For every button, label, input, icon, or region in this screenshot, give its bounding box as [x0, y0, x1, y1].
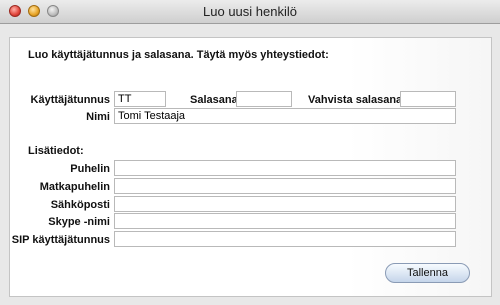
name-field[interactable] — [114, 108, 456, 124]
window: Luo uusi henkilö Luo käyttäjätunnus ja s… — [0, 0, 500, 305]
confirm-password-label: Vahvista salasana — [308, 94, 403, 106]
title-bar[interactable]: Luo uusi henkilö — [0, 0, 500, 24]
password-field[interactable] — [236, 91, 292, 107]
sip-label: SIP käyttäjätunnus — [11, 234, 110, 246]
sip-field[interactable] — [114, 231, 456, 247]
mobile-label: Matkapuhelin — [39, 181, 110, 193]
skype-label: Skype -nimi — [48, 216, 110, 228]
save-button[interactable]: Tallenna — [385, 263, 470, 283]
window-title: Luo uusi henkilö — [203, 4, 297, 19]
email-label: Sähköposti — [50, 199, 110, 211]
phone-label: Puhelin — [70, 163, 110, 175]
skype-field[interactable] — [114, 213, 456, 229]
username-label: Käyttäjätunnus — [30, 94, 110, 106]
username-field[interactable] — [114, 91, 166, 107]
section-title: Lisätiedot: — [28, 145, 84, 157]
email-field[interactable] — [114, 196, 456, 212]
name-label: Nimi — [86, 111, 110, 123]
intro-text: Luo käyttäjätunnus ja salasana. Täytä my… — [28, 49, 329, 61]
password-label: Salasana — [190, 94, 238, 106]
phone-field[interactable] — [114, 160, 456, 176]
mobile-field[interactable] — [114, 178, 456, 194]
confirm-password-field[interactable] — [400, 91, 456, 107]
